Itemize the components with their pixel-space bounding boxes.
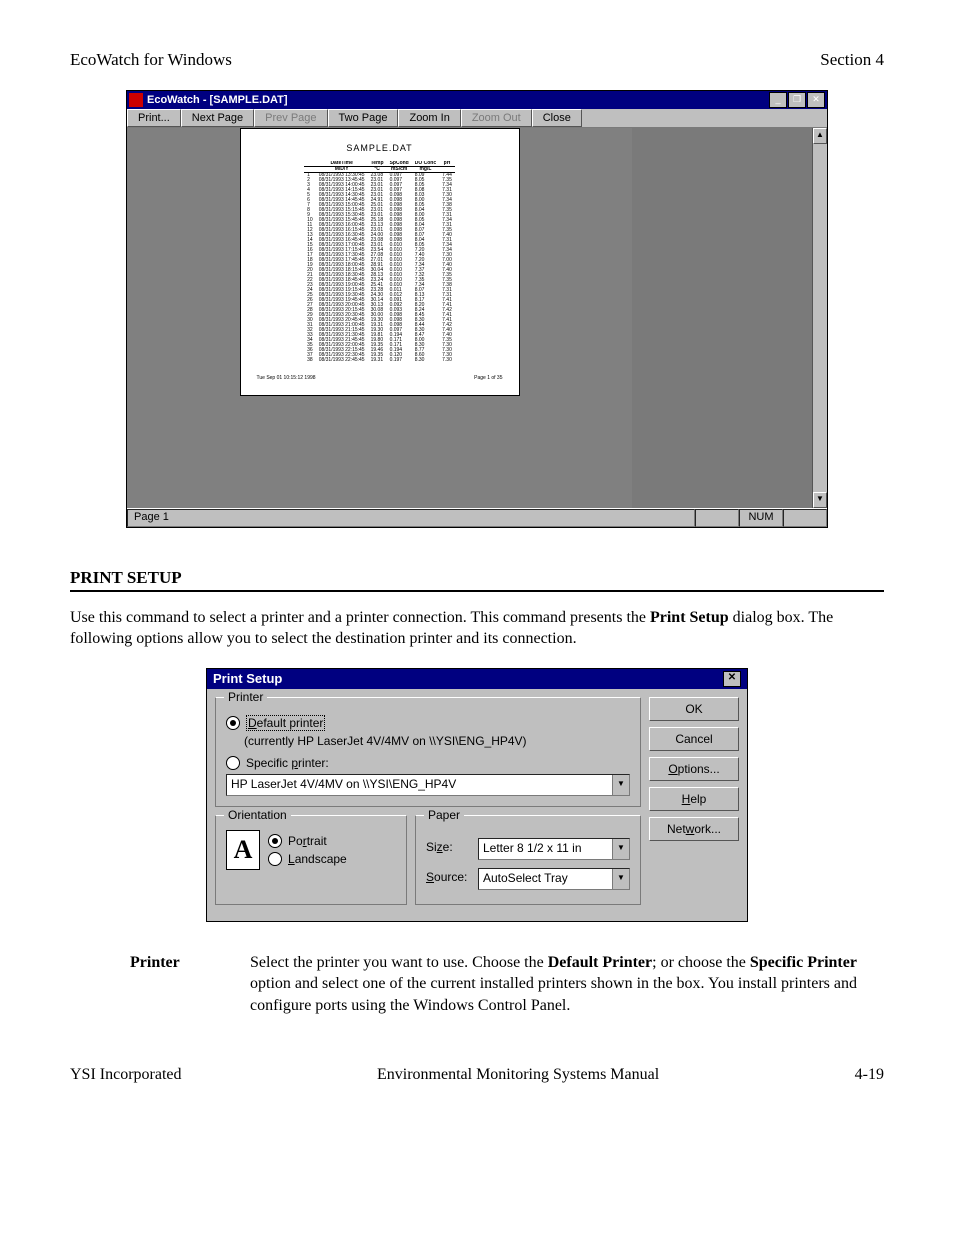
size-value: Letter 8 1/2 x 11 in <box>479 839 612 859</box>
print-button[interactable]: Print... <box>127 109 181 127</box>
header-left: EcoWatch for Windows <box>70 50 232 70</box>
intro-paragraph: Use this command to select a printer and… <box>70 608 884 650</box>
default-printer-radio[interactable] <box>226 716 240 730</box>
dropdown-icon[interactable]: ▼ <box>612 839 629 859</box>
ecowatch-window: EcoWatch - [SAMPLE.DAT] _ ❐ ✕ Print... N… <box>126 90 828 528</box>
doc-title: SAMPLE.DAT <box>251 143 509 153</box>
preview-area: SAMPLE.DAT DateTimeTempSpCondDO ConcpHM/… <box>127 128 827 508</box>
current-printer-text: (currently HP LaserJet 4V/4MV on \\YSI\E… <box>244 734 630 748</box>
close-preview-button[interactable]: Close <box>532 109 582 127</box>
status-page: Page 1 <box>127 509 695 527</box>
dialog-title: Print Setup ✕ <box>207 669 747 689</box>
source-label: Source: <box>426 870 472 884</box>
doc-footer-left: Tue Sep 01 10:15:12 1998 <box>257 375 316 381</box>
status-blank1 <box>695 509 739 527</box>
status-blank2 <box>783 509 827 527</box>
orientation-group: A Portrait Landscape <box>215 815 407 905</box>
data-table: DateTimeTempSpCondDO ConcpHM/D/Y°CmS/cmm… <box>304 161 455 363</box>
window-title: EcoWatch - [SAMPLE.DAT] <box>147 94 769 106</box>
portrait-label: Portrait <box>288 834 327 848</box>
next-page-button[interactable]: Next Page <box>181 109 254 127</box>
landscape-label: Landscape <box>288 852 347 866</box>
preview-empty-area <box>632 128 812 508</box>
footer-right: 4-19 <box>855 1066 884 1084</box>
print-setup-dialog: Print Setup ✕ Default printer (currently… <box>206 668 748 922</box>
scroll-down-button[interactable]: ▼ <box>813 492 827 508</box>
cancel-button[interactable]: Cancel <box>649 727 739 751</box>
zoom-out-button: Zoom Out <box>461 109 532 127</box>
titlebar: EcoWatch - [SAMPLE.DAT] _ ❐ ✕ <box>127 91 827 109</box>
ok-button[interactable]: OK <box>649 697 739 721</box>
close-window-button[interactable]: ✕ <box>807 92 825 108</box>
desc-text-printer: Select the printer you want to use. Choo… <box>250 952 884 1017</box>
scroll-track[interactable] <box>813 144 827 492</box>
size-combo[interactable]: Letter 8 1/2 x 11 in▼ <box>478 838 630 860</box>
table-row: 3808/31/1993 22:45:4519.310.1978.307.30 <box>304 358 455 363</box>
header-right: Section 4 <box>820 50 884 70</box>
vertical-scrollbar[interactable]: ▲ ▼ <box>812 128 827 508</box>
source-value: AutoSelect Tray <box>479 869 612 889</box>
footer-left: YSI Incorporated <box>70 1066 182 1084</box>
minimize-button[interactable]: _ <box>769 92 787 108</box>
desc-term-printer: Printer <box>130 952 250 1017</box>
printer-group: Default printer (currently HP LaserJet 4… <box>215 697 641 807</box>
default-printer-label: Default printer <box>246 716 325 730</box>
maximize-button[interactable]: ❐ <box>788 92 806 108</box>
dropdown-icon[interactable]: ▼ <box>612 775 629 795</box>
two-page-button[interactable]: Two Page <box>328 109 399 127</box>
print-preview-toolbar: Print... Next Page Prev Page Two Page Zo… <box>127 109 827 128</box>
app-icon <box>129 93 143 107</box>
options-button[interactable]: Options... <box>649 757 739 781</box>
preview-page: SAMPLE.DAT DateTimeTempSpCondDO ConcpHM/… <box>240 128 520 396</box>
dropdown-icon[interactable]: ▼ <box>612 869 629 889</box>
footer-center: Environmental Monitoring Systems Manual <box>377 1066 659 1084</box>
dialog-close-button[interactable]: ✕ <box>723 671 741 687</box>
source-combo[interactable]: AutoSelect Tray▼ <box>478 868 630 890</box>
specific-printer-label: Specific printer: <box>246 756 329 770</box>
scroll-up-button[interactable]: ▲ <box>813 128 827 144</box>
network-button[interactable]: Network... <box>649 817 739 841</box>
status-num: NUM <box>739 509 783 527</box>
status-bar: Page 1 NUM <box>127 508 827 527</box>
landscape-radio[interactable] <box>268 852 282 866</box>
specific-printer-radio[interactable] <box>226 756 240 770</box>
size-label: Size: <box>426 840 472 854</box>
doc-footer-right: Page 1 of 35 <box>474 375 502 381</box>
portrait-radio[interactable] <box>268 834 282 848</box>
help-button[interactable]: Help <box>649 787 739 811</box>
printer-combo[interactable]: HP LaserJet 4V/4MV on \\YSI\ENG_HP4V ▼ <box>226 774 630 796</box>
printer-combo-value: HP LaserJet 4V/4MV on \\YSI\ENG_HP4V <box>227 775 612 795</box>
prev-page-button: Prev Page <box>254 109 327 127</box>
paper-group: Size: Letter 8 1/2 x 11 in▼ Source: Auto… <box>415 815 641 905</box>
zoom-in-button[interactable]: Zoom In <box>398 109 460 127</box>
section-title: PRINT SETUP <box>70 568 884 592</box>
orientation-icon: A <box>226 830 260 870</box>
